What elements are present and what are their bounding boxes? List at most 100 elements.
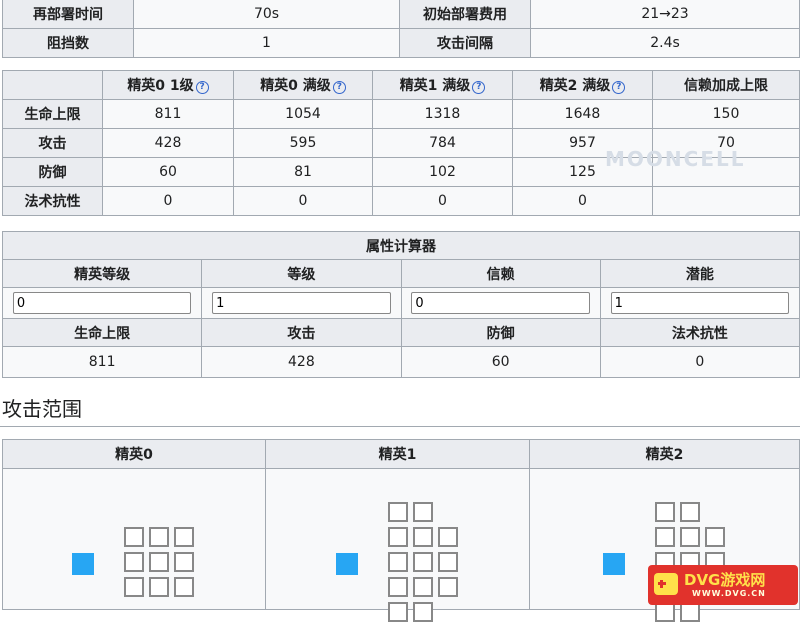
range-grid-e0 bbox=[2, 468, 266, 610]
level-input[interactable] bbox=[212, 292, 391, 314]
range-tile bbox=[679, 602, 700, 622]
stats-corner bbox=[2, 70, 103, 100]
range-tile bbox=[704, 527, 725, 547]
range-tile bbox=[437, 577, 458, 597]
range-tile bbox=[437, 552, 458, 572]
range-tile bbox=[412, 552, 433, 572]
range-tile bbox=[412, 527, 433, 547]
stat-value: 811 bbox=[102, 99, 234, 129]
trust-value: 150 bbox=[652, 99, 800, 129]
table-row: 生命上限 811 1054 1318 1648 150 bbox=[2, 99, 800, 129]
trust-label: 信赖 bbox=[400, 259, 601, 288]
range-stage-e1: 精英1 bbox=[265, 439, 530, 469]
range-tile bbox=[174, 527, 194, 547]
range-tile bbox=[679, 527, 700, 547]
operator-tile bbox=[72, 553, 94, 575]
operator-tile bbox=[602, 553, 625, 575]
elite-level-label: 精英等级 bbox=[1, 259, 203, 288]
stats-header-e1-max: 精英1 满级? bbox=[372, 70, 513, 100]
help-icon[interactable]: ? bbox=[332, 81, 346, 94]
result-atk-value: 428 bbox=[201, 346, 402, 378]
heading-divider bbox=[0, 426, 800, 427]
range-tile bbox=[437, 527, 458, 547]
stat-value: 81 bbox=[233, 157, 373, 187]
stats-header-e0-1: 精英0 1级? bbox=[102, 70, 234, 100]
trust-value bbox=[652, 186, 800, 216]
range-stage-e2: 精英2 bbox=[529, 439, 800, 469]
header-label: 精英0 1级 bbox=[127, 78, 194, 94]
table-row: 防御 60 81 102 125 bbox=[2, 157, 800, 187]
stat-value: 1054 bbox=[233, 99, 373, 129]
attribute-calculator: 属性计算器 精英等级 等级 信赖 潜能 生命上限 攻击 防御 法术抗性 811 … bbox=[1, 231, 800, 378]
trust-input[interactable] bbox=[411, 292, 590, 314]
cost-value: 21→23 bbox=[530, 0, 800, 29]
operator-tile bbox=[335, 553, 358, 575]
trust-value bbox=[652, 157, 800, 187]
stat-value: 60 bbox=[102, 157, 234, 187]
redeploy-label: 再部署时间 bbox=[2, 0, 134, 29]
redeploy-value: 70s bbox=[133, 0, 400, 29]
attack-range-heading: 攻击范围 bbox=[2, 397, 82, 421]
stat-value: 595 bbox=[233, 128, 373, 158]
level-cell bbox=[201, 287, 402, 319]
stats-table: 精英0 1级? 精英0 满级? 精英1 满级? 精英2 满级? 信赖加成上限 生… bbox=[2, 70, 800, 216]
row-label: 法术抗性 bbox=[2, 186, 103, 216]
range-tile bbox=[124, 527, 144, 547]
elite-level-input[interactable] bbox=[12, 292, 192, 314]
stat-value: 0 bbox=[512, 186, 653, 216]
help-icon[interactable]: ? bbox=[195, 81, 209, 94]
stat-value: 784 bbox=[372, 128, 513, 158]
interval-label: 攻击间隔 bbox=[399, 28, 531, 58]
table-row: 攻击 428 595 784 957 70 bbox=[2, 128, 800, 158]
range-tile bbox=[387, 602, 408, 622]
result-def-value: 60 bbox=[400, 346, 601, 378]
badge-title: DVG游戏网 bbox=[684, 571, 766, 589]
range-stage-e0: 精英0 bbox=[2, 439, 266, 469]
range-tile bbox=[387, 502, 408, 522]
badge-url: WWW.DVG.CN bbox=[692, 589, 766, 598]
table-row: 法术抗性 0 0 0 0 bbox=[2, 186, 800, 216]
range-tile bbox=[174, 552, 194, 572]
site-badge[interactable]: DVG游戏网 WWW.DVG.CN bbox=[648, 565, 798, 605]
help-icon[interactable]: ? bbox=[612, 81, 626, 94]
range-tile bbox=[679, 502, 700, 522]
range-tile bbox=[654, 527, 675, 547]
trust-value: 70 bbox=[652, 128, 800, 158]
result-hp-label: 生命上限 bbox=[1, 318, 203, 347]
header-label: 精英1 满级 bbox=[399, 78, 471, 94]
trust-cell bbox=[400, 287, 601, 319]
row-label: 防御 bbox=[2, 157, 103, 187]
stats-header-e0-max: 精英0 满级? bbox=[233, 70, 373, 100]
stat-value: 428 bbox=[102, 128, 234, 158]
potential-cell bbox=[599, 287, 800, 319]
potential-label: 潜能 bbox=[599, 259, 800, 288]
range-tile bbox=[654, 502, 675, 522]
help-icon[interactable]: ? bbox=[472, 81, 486, 94]
range-tile bbox=[149, 552, 169, 572]
range-tile bbox=[412, 602, 433, 622]
block-label: 阻挡数 bbox=[2, 28, 134, 58]
elite-level-cell bbox=[1, 287, 203, 319]
stat-value: 0 bbox=[372, 186, 513, 216]
range-tile bbox=[124, 552, 144, 572]
basic-info-table: 再部署时间 70s 初始部署费用 21→23 阻挡数 1 攻击间隔 2.4s bbox=[2, 0, 800, 58]
result-res-label: 法术抗性 bbox=[599, 318, 800, 347]
range-tile bbox=[387, 527, 408, 547]
stat-value: 0 bbox=[233, 186, 373, 216]
range-tile bbox=[412, 502, 433, 522]
cost-label: 初始部署费用 bbox=[399, 0, 531, 29]
result-res-value: 0 bbox=[599, 346, 800, 378]
gamepad-icon bbox=[654, 573, 678, 595]
range-tile bbox=[149, 527, 169, 547]
result-atk-label: 攻击 bbox=[201, 318, 402, 347]
range-tile bbox=[654, 602, 675, 622]
interval-value: 2.4s bbox=[530, 28, 800, 58]
stat-value: 102 bbox=[372, 157, 513, 187]
result-def-label: 防御 bbox=[400, 318, 601, 347]
row-label: 生命上限 bbox=[2, 99, 103, 129]
block-value: 1 bbox=[133, 28, 400, 58]
stat-value: 957 bbox=[512, 128, 653, 158]
potential-input[interactable] bbox=[610, 292, 790, 314]
stat-value: 1648 bbox=[512, 99, 653, 129]
header-label: 精英0 满级 bbox=[260, 78, 331, 94]
